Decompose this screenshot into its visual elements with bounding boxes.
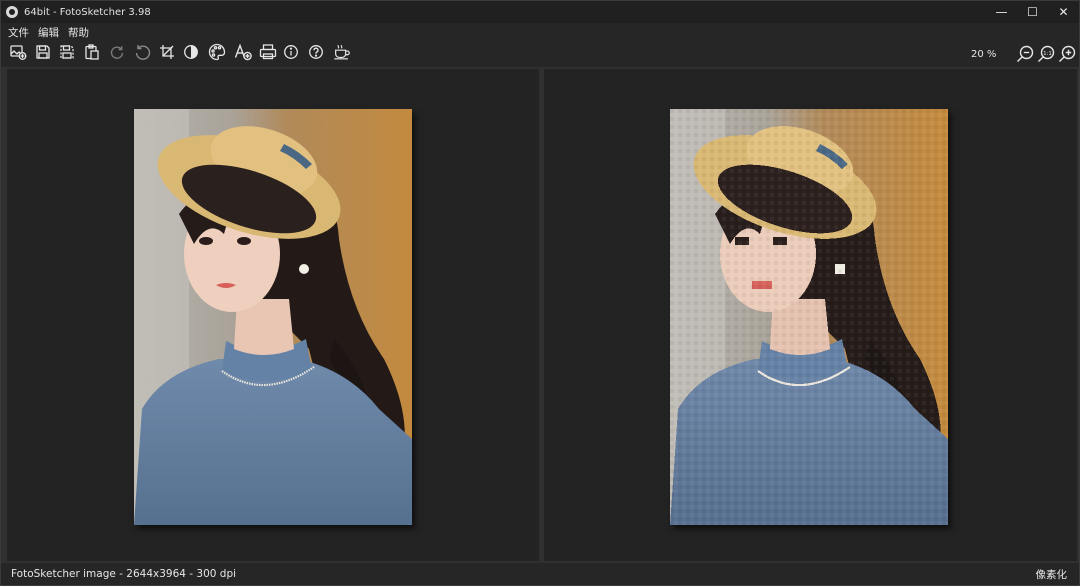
zoom-actual-size-icon[interactable]: 1:1 (1036, 44, 1056, 64)
title-bar: 64bit - FotoSketcher 3.98 — ☐ ✕ (1, 1, 1079, 23)
original-image-panel[interactable] (7, 69, 539, 561)
image-panels (1, 67, 1079, 563)
pixelated-image (670, 109, 948, 525)
menu-file[interactable]: 文件 (8, 25, 29, 40)
app-logo-icon (6, 6, 18, 18)
crop-icon[interactable] (157, 42, 177, 62)
window-controls: — ☐ ✕ (986, 1, 1079, 23)
close-button[interactable]: ✕ (1048, 1, 1079, 23)
zoom-in-icon[interactable] (1057, 44, 1077, 64)
minimize-button[interactable]: — (986, 1, 1017, 23)
print-icon[interactable] (258, 42, 278, 62)
paste-icon[interactable] (82, 42, 102, 62)
original-image (134, 109, 412, 525)
save-icon[interactable] (33, 42, 53, 62)
menu-edit[interactable]: 编辑 (38, 25, 59, 40)
undo-icon[interactable] (107, 42, 127, 62)
current-effect: 像素化 (1035, 568, 1068, 581)
image-info: FotoSketcher image - 2644x3964 - 300 dpi (11, 568, 237, 580)
help-icon[interactable] (306, 42, 326, 62)
coffee-icon[interactable] (332, 42, 352, 62)
palette-icon[interactable] (207, 42, 227, 62)
zoom-level: 20 % (971, 49, 997, 60)
menu-help[interactable]: 帮助 (68, 25, 89, 40)
window-title: 64bit - FotoSketcher 3.98 (24, 6, 151, 18)
info-icon[interactable] (281, 42, 301, 62)
maximize-button[interactable]: ☐ (1017, 1, 1048, 23)
status-bar: FotoSketcher image - 2644x3964 - 300 dpi… (1, 563, 1079, 585)
zoom-actual-size-label: 1:1 (1043, 51, 1052, 57)
app-window: 64bit - FotoSketcher 3.98 — ☐ ✕ 文件 编辑 帮助 (0, 0, 1080, 586)
add-text-icon[interactable] (233, 42, 253, 62)
zoom-out-icon[interactable] (1015, 44, 1035, 64)
save-as-icon[interactable] (57, 42, 77, 62)
contrast-icon[interactable] (181, 42, 201, 62)
redo-icon[interactable] (133, 42, 153, 62)
menu-bar: 文件 编辑 帮助 (1, 23, 1079, 41)
toolbar: 20 % 1:1 (1, 41, 1079, 67)
pixelated-image-panel[interactable] (544, 69, 1077, 561)
open-image-icon[interactable] (8, 42, 28, 62)
